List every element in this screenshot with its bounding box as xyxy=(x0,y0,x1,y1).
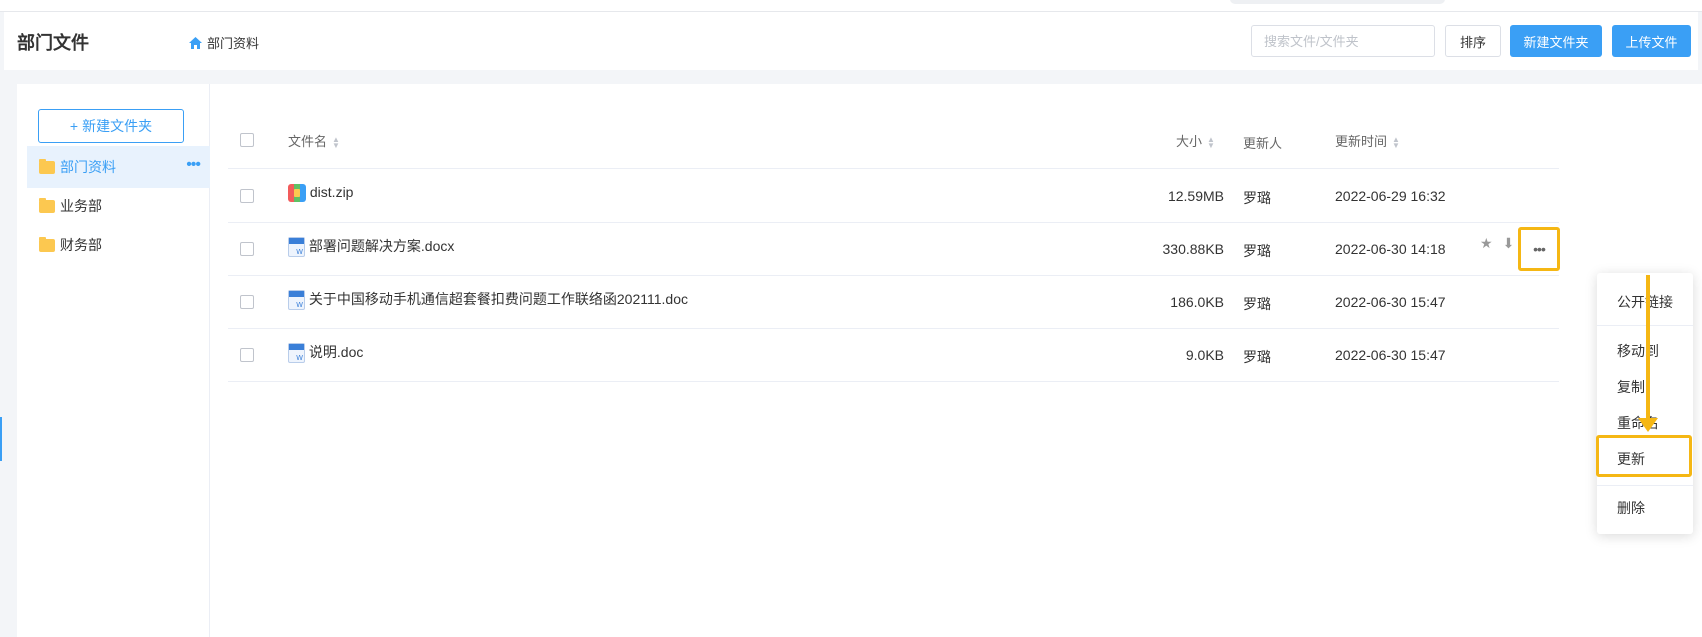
home-icon xyxy=(189,36,202,49)
header-time[interactable]: 更新时间 ▲ ▼ xyxy=(1335,131,1400,150)
word-doc-icon xyxy=(288,237,305,258)
search-input[interactable] xyxy=(1251,25,1435,57)
sidebar-new-folder-label: 新建文件夹 xyxy=(82,118,153,134)
file-name[interactable]: dist.zip xyxy=(288,184,354,203)
header-size-label: 大小 xyxy=(1176,134,1203,149)
upload-file-button[interactable]: 上传文件 xyxy=(1612,25,1691,57)
annotation-arrow-head xyxy=(1638,418,1658,432)
file-name[interactable]: 部署问题解决方案.docx xyxy=(288,236,455,258)
file-updater: 罗璐 xyxy=(1243,190,1271,206)
file-updater: 罗璐 xyxy=(1243,296,1271,312)
plus-icon: + xyxy=(69,118,79,134)
more-actions-button[interactable]: ••• xyxy=(1518,227,1560,271)
sidebar-item-label: 业务部 xyxy=(60,198,102,214)
page-title: 部门文件 xyxy=(17,33,89,53)
file-updater: 罗璐 xyxy=(1243,349,1271,365)
context-menu: 公开链接 移动到 复制 重命名 更新 删除 xyxy=(1596,273,1693,534)
page-header: 部门文件 部门资料 排序 新建文件夹 上传文件 xyxy=(4,12,1698,70)
file-time: 2022-06-29 16:32 xyxy=(1335,188,1446,204)
file-name[interactable]: 说明.doc xyxy=(288,342,364,364)
sort-icon: ▲ ▼ xyxy=(1392,134,1400,150)
header-name-label: 文件名 xyxy=(288,134,328,149)
table-row[interactable]: dist.zip 12.59MB 罗璐 2022-06-29 16:32 xyxy=(228,170,1559,223)
file-size: 12.59MB xyxy=(1167,188,1224,204)
download-icon[interactable]: ⬇ xyxy=(1503,235,1515,252)
sort-icon: ▲ ▼ xyxy=(332,134,340,150)
file-name-label: 说明.doc xyxy=(308,344,364,360)
highlight-box xyxy=(1596,435,1692,477)
select-all-checkbox[interactable] xyxy=(240,133,254,147)
folder-icon xyxy=(39,197,55,213)
breadcrumb[interactable]: 部门资料 xyxy=(189,33,259,52)
header-updater: 更新人 xyxy=(1243,136,1283,151)
sidebar-item-business[interactable]: 业务部 xyxy=(27,185,210,227)
sort-icon: ▲ ▼ xyxy=(1207,134,1215,150)
menu-item-public-link[interactable]: 公开链接 xyxy=(1597,292,1693,312)
menu-divider xyxy=(1597,325,1693,326)
folder-icon xyxy=(39,158,55,174)
row-checkbox[interactable] xyxy=(240,295,254,309)
file-time: 2022-06-30 14:18 xyxy=(1335,241,1446,257)
sidebar-new-folder-button[interactable]: + 新建文件夹 xyxy=(38,109,184,143)
header-time-label: 更新时间 xyxy=(1335,134,1388,149)
folder-sidebar: + 新建文件夹 部门资料 ••• 业务部 财务部 xyxy=(17,84,210,637)
menu-divider xyxy=(1597,485,1693,486)
sidebar-item-dept-materials[interactable]: 部门资料 ••• xyxy=(27,146,210,188)
file-time: 2022-06-30 15:47 xyxy=(1335,294,1446,310)
new-folder-button[interactable]: 新建文件夹 xyxy=(1510,25,1602,57)
file-name[interactable]: 关于中国移动手机通信超套餐扣费问题工作联络函202111.doc xyxy=(288,289,688,311)
table-row[interactable]: 关于中国移动手机通信超套餐扣费问题工作联络函202111.doc 186.0KB… xyxy=(228,276,1559,329)
menu-item-copy[interactable]: 复制 xyxy=(1597,377,1693,397)
left-edge-indicator xyxy=(0,417,2,461)
file-size: 186.0KB xyxy=(1170,294,1224,310)
word-doc-icon xyxy=(288,343,305,364)
menu-item-delete[interactable]: 删除 xyxy=(1597,498,1693,518)
sidebar-item-finance[interactable]: 财务部 xyxy=(27,224,210,266)
file-updater: 罗璐 xyxy=(1243,243,1271,259)
file-size: 9.0KB xyxy=(1185,347,1224,363)
sidebar-item-label: 财务部 xyxy=(60,237,102,253)
breadcrumb-label: 部门资料 xyxy=(207,36,260,51)
annotation-arrow-line xyxy=(1646,275,1650,420)
row-checkbox[interactable] xyxy=(240,242,254,256)
sort-button[interactable]: 排序 xyxy=(1445,25,1501,57)
ellipsis-icon: ••• xyxy=(1533,241,1546,257)
zip-icon xyxy=(288,184,306,203)
sidebar-item-label: 部门资料 xyxy=(60,159,116,175)
table-header: 文件名 ▲ ▼ 大小 ▲ ▼ 更新人 更新时间 ▲ ▼ xyxy=(228,111,1559,169)
word-doc-icon xyxy=(288,290,305,311)
header-name[interactable]: 文件名 ▲ ▼ xyxy=(288,131,340,150)
file-time: 2022-06-30 15:47 xyxy=(1335,347,1446,363)
top-pill xyxy=(1230,0,1445,4)
more-icon[interactable]: ••• xyxy=(186,156,201,174)
table-row[interactable]: 说明.doc 9.0KB 罗璐 2022-06-30 15:47 xyxy=(228,329,1559,382)
folder-icon xyxy=(39,236,55,252)
file-name-label: 部署问题解决方案.docx xyxy=(308,238,455,254)
file-name-label: dist.zip xyxy=(309,184,354,200)
star-icon[interactable]: ★ xyxy=(1480,235,1493,252)
menu-item-move-to[interactable]: 移动到 xyxy=(1597,341,1693,361)
row-checkbox[interactable] xyxy=(240,189,254,203)
file-size: 330.88KB xyxy=(1162,241,1225,257)
main-panel: + 新建文件夹 部门资料 ••• 业务部 财务部 文件名 ▲ ▼ 大小 ▲ ▼ 更新人 … xyxy=(17,84,1702,637)
header-size[interactable]: 大小 ▲ ▼ xyxy=(1176,131,1215,150)
row-actions: ★ ⬇ xyxy=(1480,235,1514,252)
file-name-label: 关于中国移动手机通信超套餐扣费问题工作联络函202111.doc xyxy=(308,291,688,307)
row-checkbox[interactable] xyxy=(240,348,254,362)
table-row[interactable]: 部署问题解决方案.docx 330.88KB 罗璐 2022-06-30 14:… xyxy=(228,223,1560,276)
top-strip xyxy=(0,0,1702,12)
